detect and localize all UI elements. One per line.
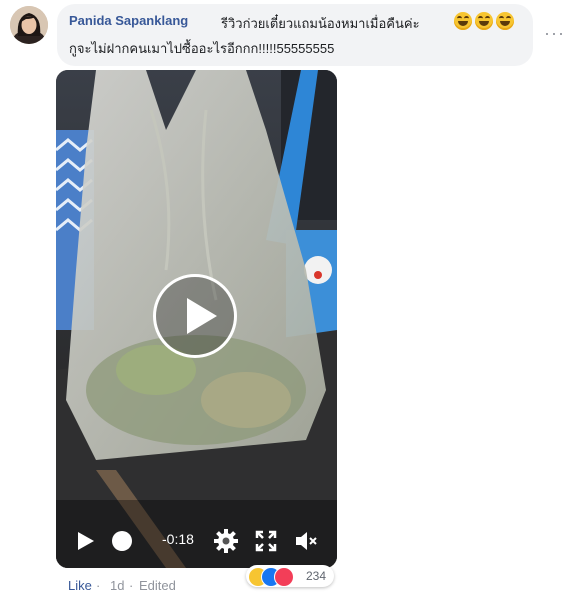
comment-text-line1: รีวิวก่วยเตี๋ยวแถมน้องหมาเมื่อคืนค่ะ [221,16,420,31]
separator-dot: · [96,578,101,593]
mute-icon[interactable] [292,527,320,555]
video-controls: -0:18 [56,515,337,567]
comment-timestamp[interactable]: 1d [110,578,124,593]
video-player[interactable] [56,70,337,568]
scrubber-handle[interactable] [112,531,132,551]
reaction-summary[interactable]: 234 [246,565,334,587]
laughing-tears-emoji-icon [496,12,514,30]
emoji-group [454,12,514,30]
separator-dot: · [129,578,134,593]
laughing-tears-emoji-icon [454,12,472,30]
love-reaction-icon [274,567,294,587]
avatar[interactable] [10,6,48,44]
fullscreen-icon[interactable] [252,527,280,555]
comment-author[interactable]: Panida Sapanklang [69,13,188,28]
reaction-count: 234 [306,569,327,583]
play-overlay-button[interactable] [153,274,237,358]
edited-label[interactable]: Edited [139,578,176,593]
ellipsis-icon[interactable]: ··· [544,24,565,42]
time-remaining: -0:18 [162,531,194,547]
avatar-image [10,6,48,44]
settings-gear-icon[interactable] [212,527,240,555]
comment-bubble: Panida Sapanklang รีวิวก่วยเตี๋ยวแถมน้อง… [57,4,533,66]
comment-text-line2: กูจะไม่ฝากคนเมาไปซื้ออะไรอีกกก!!!!!55555… [69,41,335,56]
play-icon[interactable] [78,532,94,550]
like-link[interactable]: Like [68,578,92,593]
laughing-tears-emoji-icon [475,12,493,30]
